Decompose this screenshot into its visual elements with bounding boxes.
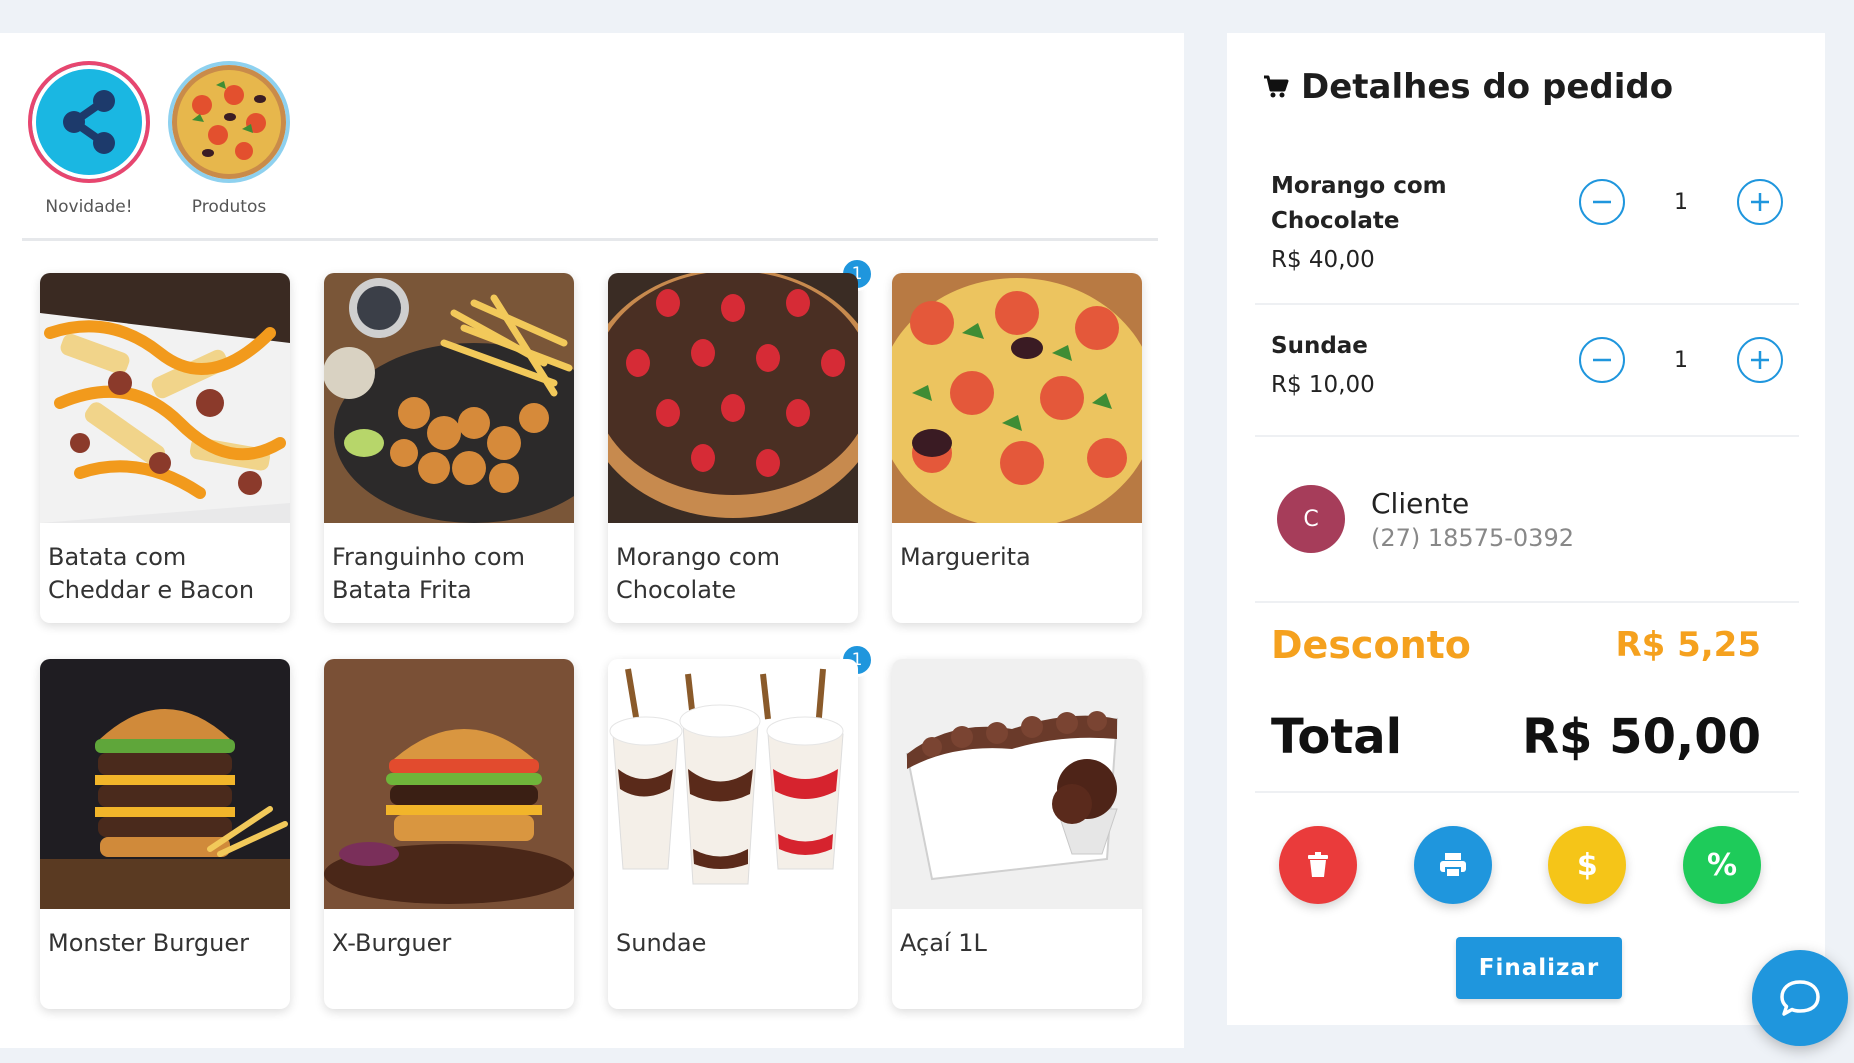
product-card[interactable]: Franguinho com Batata Frita [324, 273, 574, 623]
order-item-name: Sundae [1271, 333, 1368, 359]
product-card[interactable]: Monster Burguer [40, 659, 290, 1009]
discount-label: Desconto [1271, 623, 1471, 667]
trash-icon [1308, 852, 1328, 877]
product-card[interactable]: X-Burguer [324, 659, 574, 1009]
plus-icon [1751, 351, 1769, 369]
discount-row: Desconto R$ 5,25 [1271, 623, 1761, 667]
total-label: Total [1271, 709, 1403, 765]
dollar-icon: $ [1576, 847, 1598, 883]
increase-button[interactable] [1737, 337, 1783, 383]
chat-button[interactable] [1752, 950, 1848, 1046]
pizza-icon [168, 61, 290, 183]
decrease-button[interactable] [1579, 179, 1625, 225]
quantity-value: 1 [1674, 347, 1688, 373]
order-item-price: R$ 40,00 [1271, 247, 1375, 273]
category-label: Produtos [191, 197, 267, 217]
order-title-text: Detalhes do pedido [1301, 67, 1674, 107]
cart-icon [1264, 75, 1289, 98]
percent-icon: % [1706, 847, 1737, 883]
share-nodes-icon [28, 61, 150, 183]
print-button[interactable] [1413, 826, 1492, 904]
divider [1255, 791, 1799, 793]
order-title: Detalhes do pedido [1263, 67, 1673, 107]
order-item: Sundae R$ 10,00 1 [1271, 329, 1791, 398]
category-label: Novidade! [45, 197, 133, 217]
quantity-value: 1 [1674, 189, 1688, 215]
product-card[interactable]: 1 Morango com Chocolate [608, 257, 874, 623]
client-phone: (27) 18575-0392 [1371, 523, 1574, 552]
product-image [40, 659, 290, 909]
product-image [40, 273, 290, 523]
product-name: Batata com Cheddar e Bacon [48, 543, 255, 604]
product-image [324, 273, 574, 523]
divider [1255, 601, 1799, 603]
delete-button[interactable] [1279, 826, 1357, 904]
order-item-name: Morango com Chocolate [1271, 173, 1447, 234]
category-bar: Novidade! Produtos [28, 61, 290, 217]
order-panel: Detalhes do pedido Morango com Chocolate… [1227, 33, 1825, 1025]
divider [22, 238, 1158, 241]
increase-button[interactable] [1737, 179, 1783, 225]
client-name: Cliente [1371, 486, 1470, 520]
plus-icon [1751, 193, 1769, 211]
product-card[interactable]: Açaí 1L [892, 659, 1142, 1009]
product-name: Açaí 1L [900, 929, 987, 957]
category-produtos[interactable]: Produtos [168, 61, 290, 217]
total-row: Total R$ 50,00 [1271, 709, 1761, 765]
printer-icon [1439, 853, 1466, 878]
divider [1255, 303, 1799, 305]
product-name: Franguinho com Batata Frita [332, 543, 525, 604]
product-panel: Novidade! Produtos Batata com Cheddar e … [0, 33, 1184, 1048]
product-name: Morango com Chocolate [616, 543, 780, 604]
product-name: Marguerita [900, 543, 1031, 571]
payment-button[interactable]: $ [1548, 826, 1627, 904]
product-image [608, 659, 858, 909]
product-image [608, 273, 858, 523]
chat-icon [1780, 980, 1820, 1016]
product-image [892, 659, 1142, 909]
divider [1255, 435, 1799, 437]
product-image [892, 273, 1142, 523]
minus-icon [1593, 358, 1611, 362]
product-name: X-Burguer [332, 929, 452, 957]
minus-icon [1593, 200, 1611, 204]
product-name: Monster Burguer [48, 929, 249, 957]
product-card[interactable]: Batata com Cheddar e Bacon [40, 273, 290, 623]
order-item: Morango com Chocolate R$ 40,00 1 [1271, 169, 1791, 273]
product-name: Sundae [616, 929, 707, 957]
product-image [324, 659, 574, 909]
order-actions: $ % [1279, 826, 1761, 904]
finalize-button[interactable]: Finalizar [1456, 937, 1622, 999]
avatar: C [1277, 485, 1345, 553]
discount-button[interactable]: % [1682, 826, 1761, 904]
product-card[interactable]: 1 Sundae [608, 643, 874, 1009]
product-card[interactable]: Marguerita [892, 273, 1142, 623]
category-novidade[interactable]: Novidade! [28, 61, 150, 217]
discount-value: R$ 5,25 [1615, 625, 1761, 665]
quantity-stepper: 1 [1579, 179, 1783, 225]
client-info[interactable]: C Cliente (27) 18575-0392 [1277, 485, 1574, 553]
decrease-button[interactable] [1579, 337, 1625, 383]
total-value: R$ 50,00 [1522, 709, 1761, 765]
quantity-stepper: 1 [1579, 337, 1783, 383]
product-grid: Batata com Cheddar e Bacon Franguinho co… [40, 257, 1142, 1009]
